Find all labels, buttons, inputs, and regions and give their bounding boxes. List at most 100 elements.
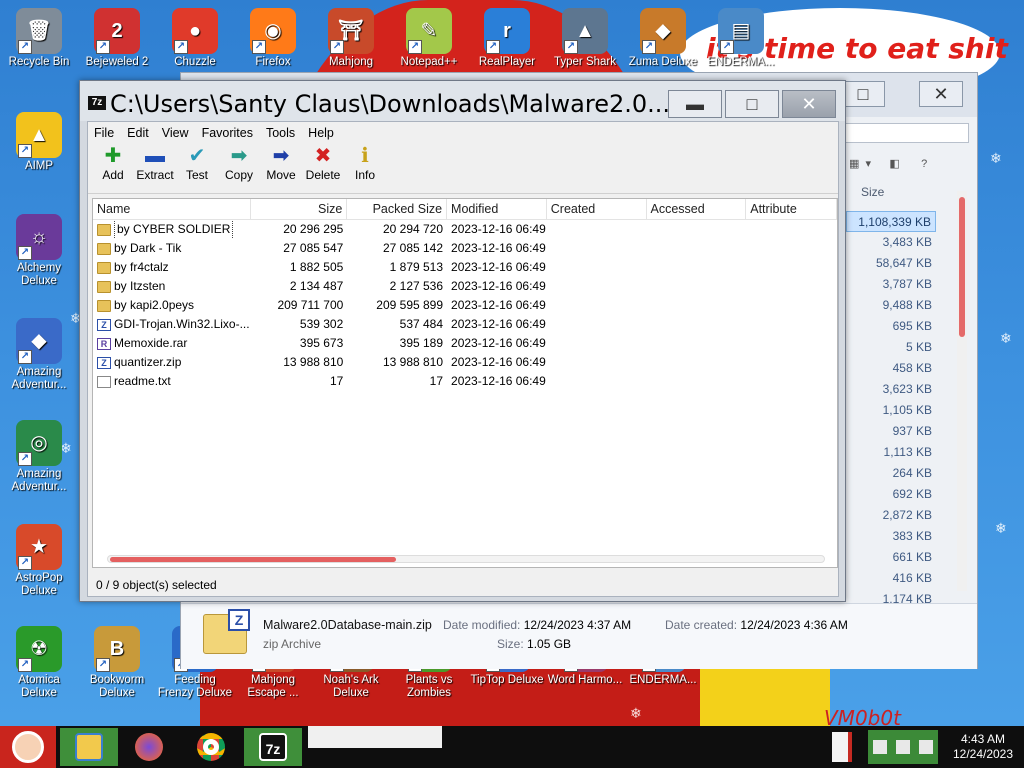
taskbar-7zip-button[interactable]: 7z bbox=[244, 728, 302, 766]
7zip-window[interactable]: 7z C:\Users\Santy Claus\Downloads\Malwar… bbox=[79, 80, 846, 602]
close-button[interactable]: ✕ bbox=[782, 90, 836, 118]
taskbar-show-hidden[interactable] bbox=[832, 732, 852, 762]
test-button[interactable]: ✔ Test bbox=[176, 144, 218, 193]
maximize-button[interactable]: □ bbox=[725, 90, 779, 118]
desktop-icon-mahjong[interactable]: ⛩ ↗ Mahjong bbox=[313, 8, 389, 69]
cell-empty bbox=[647, 277, 747, 296]
explorer-size-cell[interactable]: 1,113 KB bbox=[846, 442, 936, 463]
column-header-size[interactable]: Size bbox=[251, 199, 348, 219]
desktop-icon-atomica-deluxe[interactable]: ☢ ↗ Atomica Deluxe bbox=[1, 626, 77, 700]
table-row[interactable]: by Itzsten 2 134 487 2 127 536 2023-12-16 0… bbox=[93, 277, 837, 296]
desktop-icon-enderma[interactable]: ▤↗ ENDERMA... bbox=[703, 8, 779, 69]
explorer-size-cell[interactable]: 383 KB bbox=[846, 526, 936, 547]
table-row[interactable]: R Memoxide.rar 395 673 395 189 2023-12-16 06… bbox=[93, 334, 837, 353]
explorer-size-cell[interactable]: 1,105 KB bbox=[846, 400, 936, 421]
column-header-name[interactable]: Name bbox=[93, 199, 251, 219]
explorer-size-cell[interactable]: 5 KB bbox=[846, 337, 936, 358]
explorer-size-cell[interactable]: 3,787 KB bbox=[846, 274, 936, 295]
desktop-icon-astropop-deluxe[interactable]: ★ ↗ AstroPop Deluxe bbox=[1, 524, 77, 598]
explorer-size-cell[interactable]: 937 KB bbox=[846, 421, 936, 442]
delete-button[interactable]: ✖ Delete bbox=[302, 144, 344, 193]
system-tray[interactable] bbox=[868, 730, 938, 764]
desktop-icon-aimp[interactable]: ▲ ↗ AIMP bbox=[1, 112, 77, 173]
menu-help[interactable]: Help bbox=[308, 126, 334, 140]
desktop-icon-alchemy-deluxe[interactable]: ☼ ↗ Alchemy Deluxe bbox=[1, 214, 77, 288]
scroll-thumb[interactable] bbox=[959, 197, 965, 337]
tray-battery-icon[interactable] bbox=[895, 740, 910, 754]
cell-packed: 27 085 142 bbox=[382, 241, 444, 255]
column-header-accessed[interactable]: Accessed bbox=[647, 199, 747, 219]
desktop-icon-typer-shark[interactable]: ▲ ↗ Typer Shark bbox=[547, 8, 623, 69]
desktop-icon-chuzzle[interactable]: ● ↗ Chuzzle bbox=[157, 8, 233, 69]
extract-button[interactable]: ▬ Extract bbox=[134, 144, 176, 193]
7zip-titlebar[interactable]: 7z C:\Users\Santy Claus\Downloads\Malwar… bbox=[80, 81, 845, 121]
explorer-size-cell[interactable]: 458 KB bbox=[846, 358, 936, 379]
table-row[interactable]: by CYBER SOLDIER 20 296 295 20 294 720 2023… bbox=[93, 220, 837, 239]
desktop-icon-zuma-deluxe[interactable]: ◆ ↗ Zuma Deluxe bbox=[625, 8, 701, 69]
explorer-size-cell[interactable]: 692 KB bbox=[846, 484, 936, 505]
taskbar-explorer-button[interactable] bbox=[60, 728, 118, 766]
taskbar-firefox-button[interactable] bbox=[120, 728, 178, 766]
add-button[interactable]: ✚ Add bbox=[92, 144, 134, 193]
toolbar-button-label: Copy bbox=[224, 168, 253, 182]
explorer-maximize-button[interactable]: □ bbox=[841, 81, 885, 107]
desktop-icon-bejeweled-2[interactable]: 2 ↗ Bejeweled 2 bbox=[79, 8, 155, 69]
explorer-size-cell[interactable]: 58,647 KB bbox=[846, 253, 936, 274]
folder-icon bbox=[97, 261, 111, 274]
file-list[interactable]: Name Size Packed Size Modified Created Access… bbox=[92, 198, 838, 568]
column-header-packed-size[interactable]: Packed Size bbox=[347, 199, 448, 219]
explorer-vertical-scrollbar[interactable] bbox=[957, 191, 967, 591]
table-row[interactable]: by fr4ctalz 1 882 505 1 879 513 2023-12-16 … bbox=[93, 258, 837, 277]
scroll-thumb[interactable] bbox=[110, 557, 396, 562]
icon-glyph: ⛩ bbox=[338, 19, 364, 42]
column-header-modified[interactable]: Modified bbox=[447, 199, 547, 219]
file-name: by CYBER SOLDIER bbox=[114, 220, 234, 239]
menu-edit[interactable]: Edit bbox=[127, 126, 149, 140]
explorer-size-column-header[interactable]: Size bbox=[861, 185, 884, 199]
desktop-icon-amazing-adventur[interactable]: ◎ ↗ Amazing Adventur... bbox=[1, 420, 77, 494]
desktop-icon-bookworm-deluxe[interactable]: B ↗ Bookworm Deluxe bbox=[79, 626, 155, 700]
table-row[interactable]: readme.txt 17 17 2023-12-16 06:49 bbox=[93, 372, 837, 391]
cell-empty bbox=[547, 296, 647, 315]
explorer-size-cell[interactable]: 1,108,339 KB bbox=[846, 211, 936, 232]
info-button[interactable]: ℹ Info bbox=[344, 144, 386, 193]
desktop-icon-notepad[interactable]: ✎ ↗ Notepad++ bbox=[391, 8, 467, 69]
column-header-created[interactable]: Created bbox=[547, 199, 647, 219]
menu-favorites[interactable]: Favorites bbox=[202, 126, 253, 140]
explorer-size-cell[interactable]: 3,483 KB bbox=[846, 232, 936, 253]
minimize-button[interactable]: ▬ bbox=[668, 90, 722, 118]
explorer-size-cell[interactable]: 695 KB bbox=[846, 316, 936, 337]
tray-volume-icon[interactable] bbox=[919, 740, 934, 754]
explorer-size-cell[interactable]: 3,623 KB bbox=[846, 379, 936, 400]
desktop-icon-firefox[interactable]: ◉ ↗ Firefox bbox=[235, 8, 311, 69]
table-row[interactable]: Z GDI-Trojan.Win32.Lixo-... 539 302 537 484… bbox=[93, 315, 837, 334]
start-button[interactable] bbox=[0, 726, 56, 768]
menu-view[interactable]: View bbox=[162, 126, 189, 140]
copy-button[interactable]: ➡ Copy bbox=[218, 144, 260, 193]
table-row[interactable]: by Dark - Tik 27 085 547 27 085 142 2023-12… bbox=[93, 239, 837, 258]
menu-file[interactable]: File bbox=[94, 126, 114, 140]
menu-tools[interactable]: Tools bbox=[266, 126, 295, 140]
tray-network-icon[interactable] bbox=[872, 740, 887, 754]
folder-icon bbox=[97, 242, 111, 255]
table-row[interactable]: by kapi2.0peys 209 711 700 209 595 899 2023… bbox=[93, 296, 837, 315]
explorer-size-cell[interactable]: 661 KB bbox=[846, 547, 936, 568]
explorer-search-input[interactable] bbox=[841, 123, 969, 143]
explorer-size-cell[interactable]: 264 KB bbox=[846, 463, 936, 484]
explorer-size-cell[interactable]: 2,872 KB bbox=[846, 505, 936, 526]
table-row[interactable]: Zquantizer.zip 13 988 810 13 988 810 2023-1… bbox=[93, 353, 837, 372]
column-header-attribute[interactable]: Attribute bbox=[746, 199, 837, 219]
explorer-close-button[interactable]: ✕ bbox=[919, 81, 963, 107]
move-button[interactable]: ➡ Move bbox=[260, 144, 302, 193]
taskbar-chrome-button[interactable] bbox=[182, 728, 240, 766]
desktop-icon-recycle-bin[interactable]: 🗑 ↗ Recycle Bin bbox=[1, 8, 77, 69]
cell-size: 209 711 700 bbox=[277, 298, 344, 312]
desktop-icon-realplayer[interactable]: r ↗ RealPlayer bbox=[469, 8, 545, 69]
desktop-icon-amazing-adventur[interactable]: ◆ ↗ Amazing Adventur... bbox=[1, 318, 77, 392]
horizontal-scrollbar[interactable] bbox=[107, 555, 825, 563]
cell-name: R Memoxide.rar bbox=[93, 334, 251, 353]
explorer-size-cell[interactable]: 416 KB bbox=[846, 568, 936, 589]
explorer-size-cell[interactable]: 9,488 KB bbox=[846, 295, 936, 316]
taskbar-clock[interactable]: 4:43 AM 12/24/2023 bbox=[944, 732, 1022, 762]
explorer-view-icons[interactable]: ▦ ▾ ◧ ? bbox=[849, 157, 927, 170]
